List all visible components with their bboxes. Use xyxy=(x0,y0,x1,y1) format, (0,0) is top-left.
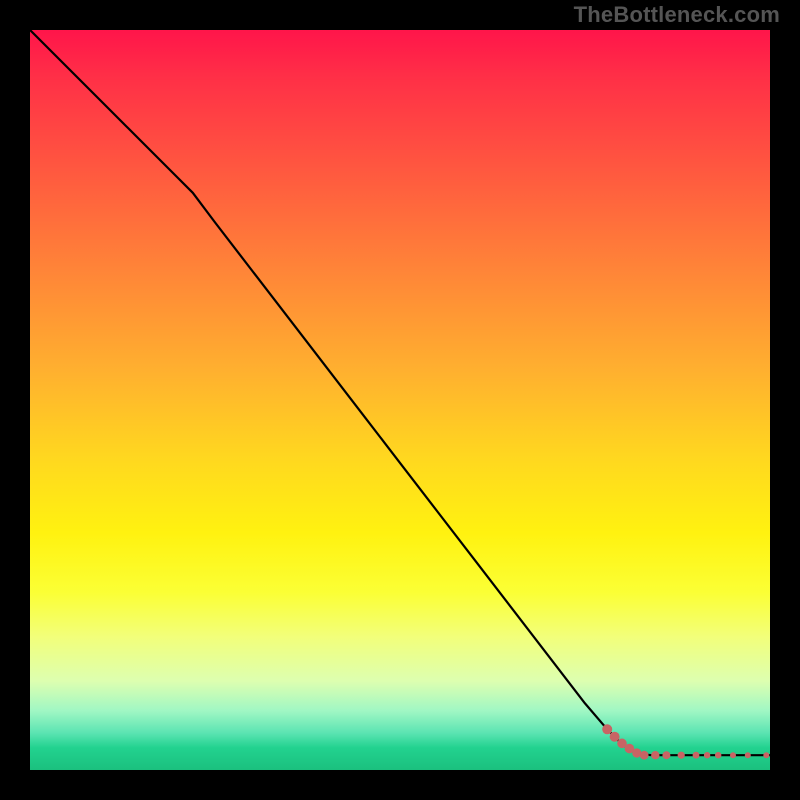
marker-point xyxy=(640,751,649,760)
plot-area xyxy=(30,30,770,770)
marker-point xyxy=(763,752,769,758)
marker-point xyxy=(730,752,736,758)
marker-point xyxy=(678,752,685,759)
marker-point xyxy=(610,732,620,742)
chart-overlay-svg xyxy=(30,30,770,770)
bottleneck-curve xyxy=(30,30,770,755)
watermark-text: TheBottleneck.com xyxy=(574,2,780,28)
marker-point xyxy=(704,752,710,758)
marker-point xyxy=(715,752,721,758)
marker-point xyxy=(602,724,612,734)
marker-point xyxy=(693,752,700,759)
marker-point xyxy=(745,752,751,758)
chart-frame: TheBottleneck.com xyxy=(0,0,800,800)
marker-point xyxy=(651,751,659,759)
marker-point xyxy=(662,751,670,759)
